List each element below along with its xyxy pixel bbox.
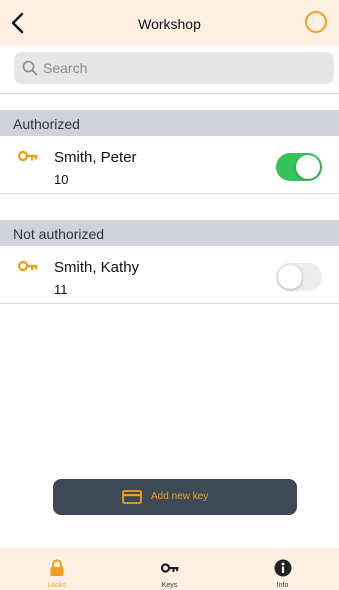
- key-icon: [18, 150, 38, 162]
- add-new-key-label: Add new key: [151, 491, 209, 502]
- tab-bar: Locks Keys Info: [0, 548, 339, 590]
- authorization-toggle[interactable]: [276, 153, 322, 181]
- search-placeholder: Search: [43, 60, 88, 76]
- info-icon: [274, 559, 292, 577]
- tab-label: Keys: [161, 582, 178, 589]
- list-item[interactable]: Smith, Peter 10: [0, 136, 339, 194]
- circle-ring-icon[interactable]: [305, 11, 327, 33]
- lock-icon: [50, 559, 64, 576]
- key-holder-name: Smith, Peter: [54, 149, 137, 166]
- toggle-knob: [296, 155, 320, 179]
- key-number: 11: [54, 282, 68, 297]
- tab-label: Locks: [47, 582, 66, 589]
- section-title: Authorized: [13, 116, 80, 132]
- toggle-knob: [278, 265, 302, 289]
- tab-keys[interactable]: Keys: [113, 548, 226, 590]
- add-new-key-button[interactable]: Add new key: [53, 479, 297, 515]
- divider: [0, 93, 339, 94]
- section-header-authorized: Authorized: [0, 110, 339, 136]
- tab-locks[interactable]: Locks: [0, 548, 113, 590]
- list-item[interactable]: Smith, Kathy 11: [0, 246, 339, 304]
- tab-label: Info: [276, 582, 289, 589]
- divider: [0, 193, 339, 194]
- divider: [0, 303, 339, 304]
- page-title: Workshop: [138, 16, 201, 32]
- card-icon: [122, 490, 142, 504]
- key-icon: [161, 563, 179, 573]
- key-number: 10: [54, 172, 69, 187]
- section-title: Not authorized: [13, 226, 105, 242]
- tab-info[interactable]: Info: [226, 548, 339, 590]
- key-holder-name: Smith, Kathy: [54, 259, 140, 276]
- key-icon: [18, 260, 38, 272]
- authorization-toggle[interactable]: [276, 263, 322, 291]
- search-icon: [22, 60, 38, 76]
- navigation-bar: Workshop: [0, 0, 339, 46]
- search-field[interactable]: Search: [14, 52, 334, 84]
- section-header-not-authorized: Not authorized: [0, 220, 339, 246]
